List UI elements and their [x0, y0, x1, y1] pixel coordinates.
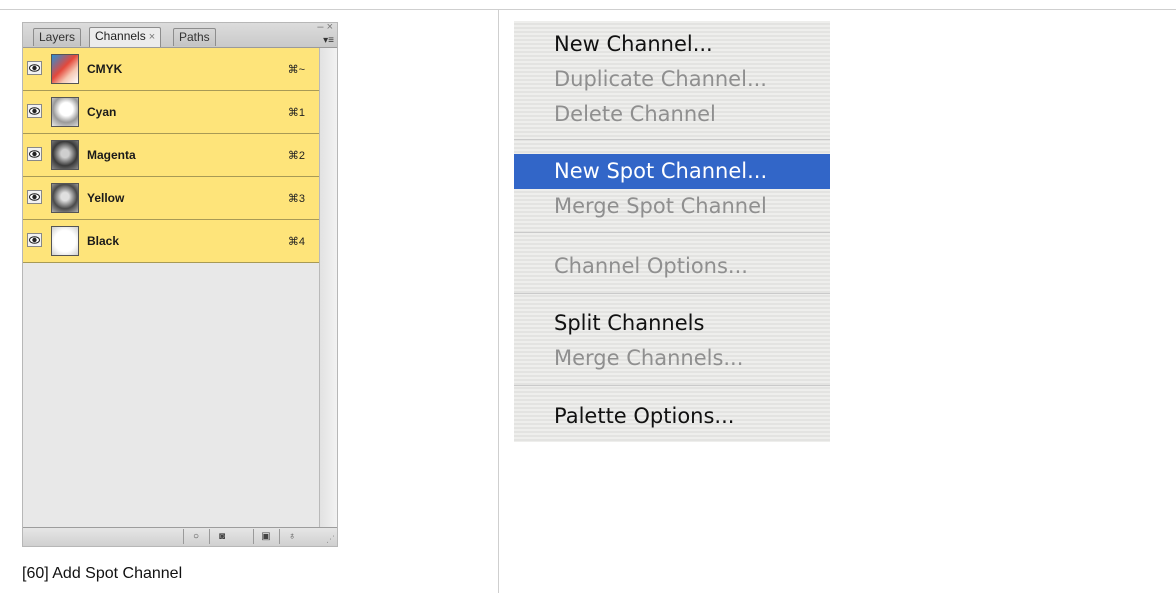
new-channel-icon[interactable]: ▣: [253, 529, 278, 544]
channel-row[interactable]: Cyan ⌘1: [23, 91, 319, 134]
menu-item-split-channels[interactable]: Split Channels: [514, 306, 830, 341]
tab-channels[interactable]: Channels ×: [89, 27, 162, 47]
window-controls[interactable]: – ×: [317, 22, 333, 33]
menu-separator: [514, 385, 830, 386]
palette-tab-strip: Layers Channels × Paths – × ▾≡: [23, 22, 337, 48]
palette-menu-button[interactable]: ▾≡: [316, 35, 334, 46]
tab-label: Channels: [95, 29, 146, 43]
visibility-eye-icon[interactable]: [27, 104, 42, 118]
channel-shortcut: ⌘1: [287, 107, 305, 119]
channel-thumbnail: [51, 54, 79, 84]
channels-flyout-menu: New Channel... Duplicate Channel... Dele…: [514, 21, 830, 442]
channel-shortcut: ⌘~: [287, 64, 305, 76]
channel-thumbnail: [51, 183, 79, 213]
visibility-eye-icon[interactable]: [27, 190, 42, 204]
channel-name: Black: [87, 234, 120, 248]
channel-thumbnail: [51, 97, 79, 127]
menu-separator: [514, 293, 830, 294]
visibility-eye-icon[interactable]: [27, 147, 42, 161]
palette-scrollbar[interactable]: [319, 48, 337, 528]
resize-grip-icon[interactable]: ⋰: [326, 534, 335, 545]
channel-thumbnail: [51, 226, 79, 256]
channel-shortcut: ⌘4: [287, 236, 305, 248]
save-selection-icon[interactable]: ◙: [209, 529, 234, 544]
channel-shortcut: ⌘2: [287, 150, 305, 162]
channel-thumbnail: [51, 140, 79, 170]
channel-name: Magenta: [87, 148, 136, 162]
visibility-eye-icon[interactable]: [27, 61, 42, 75]
channel-name: CMYK: [87, 62, 123, 76]
close-tab-icon[interactable]: ×: [149, 31, 155, 43]
visibility-eye-icon[interactable]: [27, 233, 42, 247]
channel-row[interactable]: CMYK ⌘~: [23, 48, 319, 91]
menu-item-new-channel[interactable]: New Channel...: [514, 27, 830, 62]
table-top-border: [0, 9, 1176, 10]
channels-palette: Layers Channels × Paths – × ▾≡ CMYK ⌘~ Cy…: [22, 22, 338, 547]
table-column-divider: [498, 9, 499, 593]
channel-shortcut: ⌘3: [287, 193, 305, 205]
channel-list: CMYK ⌘~ Cyan ⌘1 Magenta ⌘2 Yellow ⌘3 Bla…: [23, 48, 319, 263]
palette-bottom-bar: ○ ◙ ▣ ♁ ⋰: [23, 527, 337, 546]
channel-row[interactable]: Black ⌘4: [23, 220, 319, 263]
tab-paths[interactable]: Paths: [173, 28, 216, 46]
menu-item-delete-channel[interactable]: Delete Channel: [514, 97, 830, 132]
channel-row[interactable]: Magenta ⌘2: [23, 134, 319, 177]
menu-item-merge-channels[interactable]: Merge Channels...: [514, 341, 830, 376]
menu-item-new-spot-channel[interactable]: New Spot Channel...: [514, 154, 830, 189]
menu-item-merge-spot-channel[interactable]: Merge Spot Channel: [514, 189, 830, 224]
tab-label: Layers: [39, 30, 76, 44]
menu-separator: [514, 232, 830, 233]
menu-item-duplicate-channel[interactable]: Duplicate Channel...: [514, 62, 830, 97]
load-selection-icon[interactable]: ○: [183, 529, 208, 544]
figure-caption: [60] Add Spot Channel: [22, 565, 183, 582]
channel-name: Cyan: [87, 105, 117, 119]
channel-name: Yellow: [87, 191, 125, 205]
trash-icon[interactable]: ♁: [279, 529, 304, 544]
menu-item-channel-options[interactable]: Channel Options...: [514, 249, 830, 284]
menu-separator: [514, 139, 830, 140]
tab-label: Paths: [179, 30, 210, 44]
channel-row[interactable]: Yellow ⌘3: [23, 177, 319, 220]
tab-layers[interactable]: Layers: [33, 28, 82, 46]
menu-item-palette-options[interactable]: Palette Options...: [514, 399, 830, 434]
